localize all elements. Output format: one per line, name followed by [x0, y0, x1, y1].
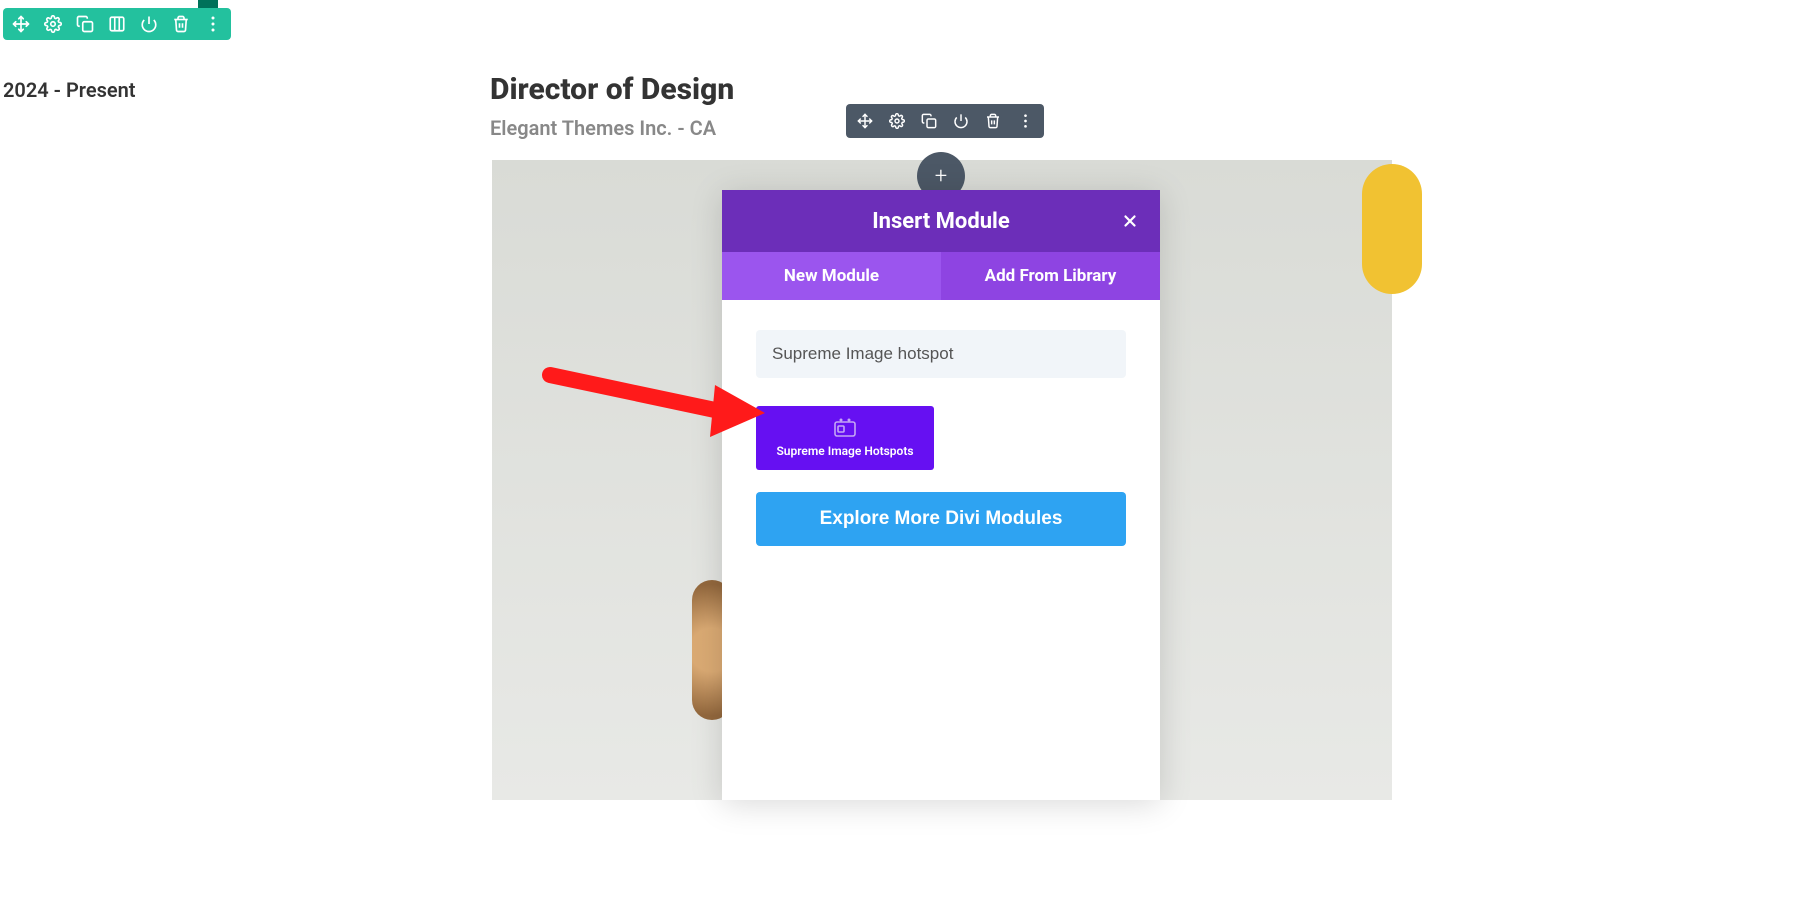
row-toolbar — [3, 8, 231, 40]
gear-icon[interactable] — [43, 14, 63, 34]
plus-icon: + — [935, 164, 947, 189]
power-icon[interactable] — [139, 14, 159, 34]
decorative-shape — [1362, 164, 1422, 294]
more-icon[interactable] — [203, 14, 223, 34]
trash-icon[interactable] — [171, 14, 191, 34]
job-title: Director of Design — [490, 72, 734, 107]
gear-icon[interactable] — [888, 112, 906, 130]
module-toolbar — [846, 104, 1044, 138]
move-icon[interactable] — [856, 112, 874, 130]
modal-body: Supreme Image Hotspots Explore More Divi… — [722, 300, 1160, 800]
modal-title: Insert Module — [872, 209, 1010, 234]
close-icon[interactable] — [1118, 209, 1142, 233]
date-range-text: 2024 - Present — [3, 78, 136, 102]
columns-icon[interactable] — [107, 14, 127, 34]
power-icon[interactable] — [952, 112, 970, 130]
more-icon[interactable] — [1016, 112, 1034, 130]
module-card-label: Supreme Image Hotspots — [776, 444, 913, 458]
duplicate-icon[interactable] — [75, 14, 95, 34]
job-subtitle: Elegant Themes Inc. - CA — [490, 116, 716, 140]
module-search-input[interactable] — [756, 330, 1126, 378]
tab-add-from-library[interactable]: Add From Library — [941, 252, 1160, 300]
duplicate-icon[interactable] — [920, 112, 938, 130]
module-card-supreme-image-hotspots[interactable]: Supreme Image Hotspots — [756, 406, 934, 470]
explore-modules-button[interactable]: Explore More Divi Modules — [756, 492, 1126, 546]
modal-tabs: New Module Add From Library — [722, 252, 1160, 300]
modal-header: Insert Module — [722, 190, 1160, 252]
insert-module-modal: Insert Module New Module Add From Librar… — [722, 190, 1160, 800]
move-icon[interactable] — [11, 14, 31, 34]
trash-icon[interactable] — [984, 112, 1002, 130]
image-hotspot-icon — [832, 418, 858, 438]
tab-new-module[interactable]: New Module — [722, 252, 941, 300]
